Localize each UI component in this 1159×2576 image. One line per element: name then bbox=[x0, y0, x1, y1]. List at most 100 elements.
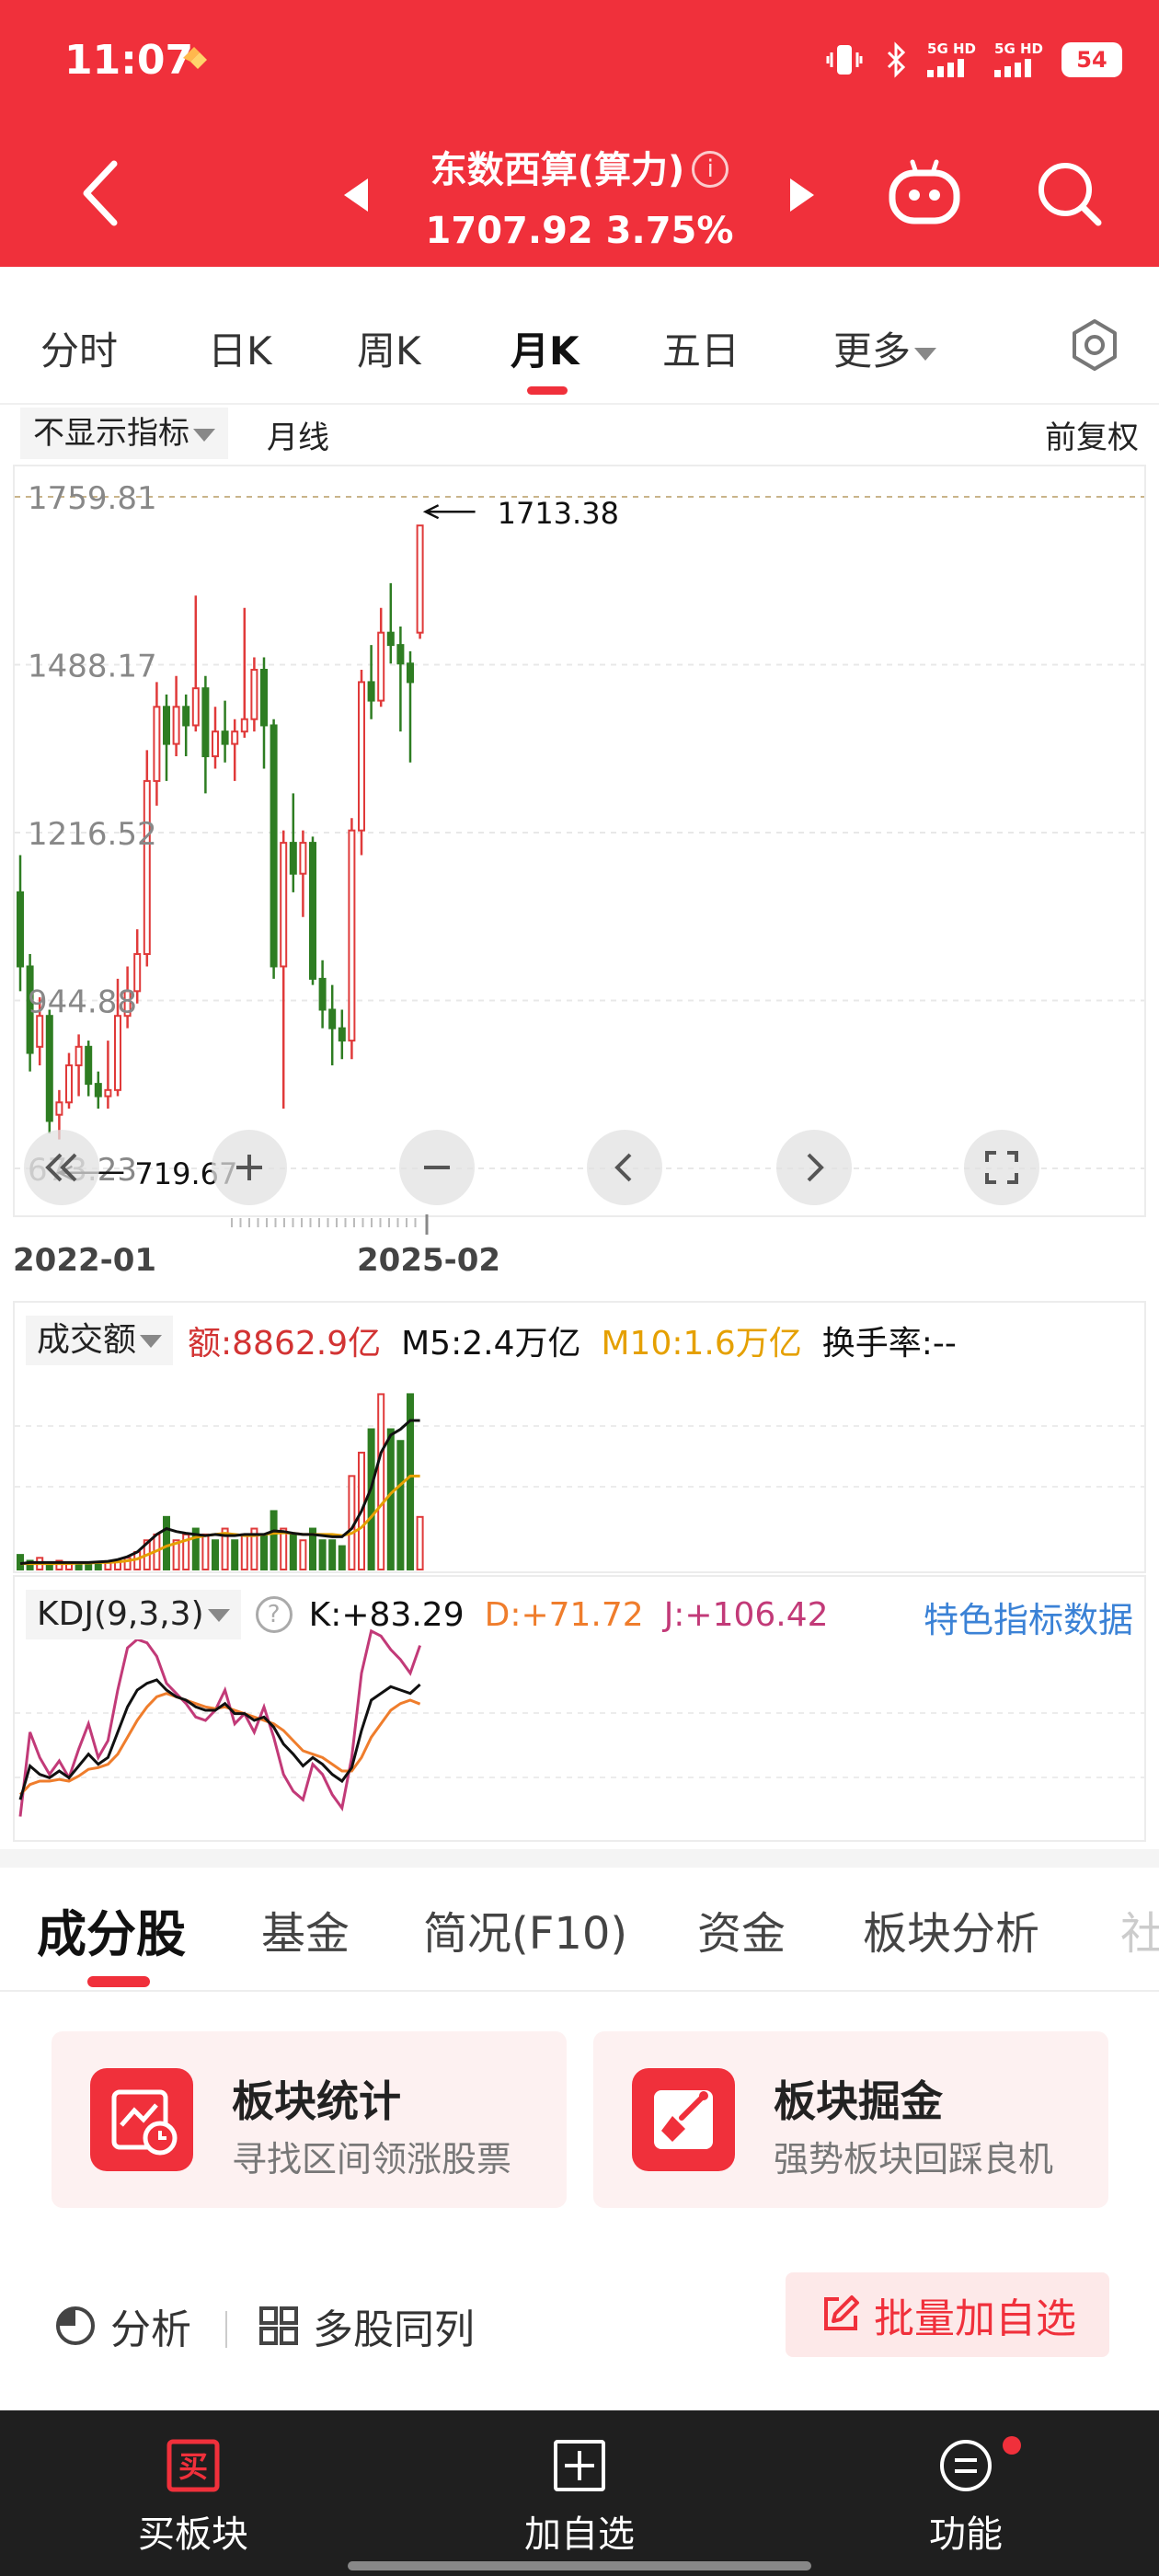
analysis-button[interactable]: 分析 bbox=[53, 2296, 191, 2355]
date-start: 2022-01 bbox=[13, 1242, 157, 1279]
chevron-down-icon bbox=[207, 1609, 230, 1622]
line-type: 月线 bbox=[267, 420, 329, 456]
help-icon[interactable]: ? bbox=[255, 1596, 293, 1633]
candle bbox=[172, 675, 180, 757]
tab-intraday[interactable]: 分时 bbox=[40, 320, 118, 376]
search-icon[interactable] bbox=[1032, 156, 1106, 230]
edit-icon bbox=[824, 2295, 859, 2330]
indicator-select[interactable]: 不显示指标 bbox=[20, 408, 228, 459]
candle bbox=[94, 1071, 102, 1109]
signal-sim2: 5G HD bbox=[994, 42, 1043, 77]
active-section-indicator bbox=[87, 1976, 150, 1987]
volume-bar bbox=[85, 1562, 93, 1571]
chevron-down-icon bbox=[914, 347, 937, 361]
candle bbox=[367, 645, 375, 719]
tab-five-day[interactable]: 五日 bbox=[662, 320, 740, 376]
info-icon[interactable]: i bbox=[692, 151, 729, 188]
batch-add-label: 批量加自选 bbox=[874, 2295, 1076, 2342]
candle bbox=[143, 750, 151, 967]
notification-badge bbox=[1003, 2436, 1021, 2455]
candle bbox=[270, 719, 278, 979]
volume-bar bbox=[163, 1515, 170, 1571]
candle bbox=[396, 626, 405, 732]
kdj-select-label: KDJ(9,3,3) bbox=[37, 1595, 204, 1633]
card-sector-mining[interactable]: 板块掘金 强势板块回踩良机 bbox=[593, 2031, 1108, 2208]
sector-price: 1707.92 bbox=[425, 210, 593, 252]
kline-chart[interactable]: 1759.811488.171216.52944.88673.231713.38… bbox=[0, 460, 1159, 1242]
turnover-label: 换手率:-- bbox=[822, 1317, 957, 1364]
candle bbox=[221, 700, 229, 763]
price-adjust-toggle[interactable]: 前复权 bbox=[1045, 412, 1139, 457]
tab-profile-f10[interactable]: 简况(F10) bbox=[423, 1897, 627, 1961]
card-title: 板块掘金 bbox=[774, 2076, 943, 2126]
robot-icon[interactable] bbox=[885, 155, 964, 228]
nav-add-watchlist[interactable]: 加自选 bbox=[478, 2438, 681, 2558]
fullscreen-button[interactable] bbox=[964, 1130, 1039, 1205]
volume-m5: M5:2.4万亿 bbox=[401, 1325, 581, 1363]
tab-community[interactable]: 社 bbox=[1120, 1897, 1159, 1961]
tab-daily-k[interactable]: 日K bbox=[208, 320, 272, 376]
multi-stock-button[interactable]: 多股同列 bbox=[258, 2296, 475, 2355]
candle bbox=[299, 830, 307, 917]
candle bbox=[309, 836, 316, 985]
card-sector-stats[interactable]: 板块统计 寻找区间领涨股票 bbox=[52, 2031, 567, 2208]
volume-indicator-select[interactable]: 成交额 bbox=[26, 1316, 174, 1365]
move-left-button[interactable] bbox=[587, 1130, 662, 1205]
buy-icon-char: 买 bbox=[178, 2449, 208, 2484]
tab-more[interactable]: 更多 bbox=[833, 320, 937, 376]
tab-constituents[interactable]: 成分股 bbox=[37, 1893, 186, 1966]
tab-funds[interactable]: 基金 bbox=[261, 1897, 350, 1961]
candle bbox=[377, 607, 385, 707]
candle bbox=[104, 1041, 112, 1109]
indicator-select-label: 不显示指标 bbox=[33, 415, 189, 452]
kdj-indicator-select[interactable]: KDJ(9,3,3) bbox=[26, 1590, 241, 1639]
move-right-button[interactable] bbox=[776, 1130, 852, 1205]
nav-buy-sector[interactable]: 买 买板块 bbox=[92, 2438, 294, 2558]
plus-icon bbox=[236, 1155, 262, 1180]
candle bbox=[386, 582, 395, 664]
volume-bar bbox=[289, 1533, 297, 1570]
candle bbox=[182, 694, 190, 757]
next-sector-button[interactable] bbox=[786, 175, 818, 215]
volume-bar bbox=[270, 1510, 278, 1570]
tab-weekly-k[interactable]: 周K bbox=[357, 320, 421, 376]
multi-stock-label: 多股同列 bbox=[313, 2306, 475, 2353]
shovel-icon bbox=[632, 2068, 735, 2171]
kdj-d-value: D:+71.72 bbox=[484, 1595, 644, 1634]
candle bbox=[65, 1052, 73, 1109]
volume-bar bbox=[396, 1440, 405, 1570]
menu-circle-icon bbox=[940, 2440, 992, 2491]
zoom-out-button[interactable] bbox=[399, 1130, 475, 1205]
volume-bar bbox=[318, 1539, 327, 1570]
chevron-right-icon bbox=[807, 1153, 824, 1182]
prev-sector-button[interactable] bbox=[340, 175, 372, 215]
y-axis-label: 1216.52 bbox=[28, 816, 157, 853]
sector-title: 东数西算(算力) i bbox=[396, 140, 763, 193]
fullscreen-icon bbox=[985, 1151, 1018, 1184]
timeline-scrubber[interactable] bbox=[231, 1218, 417, 1227]
volume-bar bbox=[201, 1533, 210, 1570]
back-button[interactable] bbox=[74, 156, 129, 230]
settings-icon[interactable] bbox=[1067, 317, 1122, 373]
high-arrow-icon bbox=[422, 504, 476, 520]
grid-icon bbox=[259, 2306, 298, 2345]
candle bbox=[416, 524, 424, 639]
scroll-start-button[interactable] bbox=[24, 1130, 99, 1205]
kdj-j-value: J:+106.42 bbox=[663, 1595, 829, 1634]
zoom-in-button[interactable] bbox=[212, 1130, 287, 1205]
nav-label: 买板块 bbox=[138, 2513, 248, 2556]
candle bbox=[407, 650, 414, 763]
nav-functions[interactable]: 功能 bbox=[865, 2438, 1067, 2558]
section-divider bbox=[0, 1849, 1159, 1868]
tab-monthly-k[interactable]: 月K bbox=[511, 320, 580, 376]
tab-sector-analysis[interactable]: 板块分析 bbox=[863, 1897, 1039, 1961]
candle bbox=[231, 719, 239, 781]
volume-bar bbox=[260, 1533, 268, 1570]
volume-m10: M10:1.6万亿 bbox=[601, 1325, 802, 1363]
tab-capital[interactable]: 资金 bbox=[697, 1897, 786, 1961]
feature-indicator-link[interactable]: 特色指标数据 bbox=[924, 1592, 1133, 1642]
pie-chart-icon bbox=[56, 2306, 95, 2345]
turnover-value: 换手率:-- bbox=[821, 1325, 957, 1363]
status-icons: 5G HD 5G HD 54 bbox=[824, 37, 1122, 83]
batch-add-watchlist-button[interactable]: 批量加自选 bbox=[786, 2272, 1109, 2357]
